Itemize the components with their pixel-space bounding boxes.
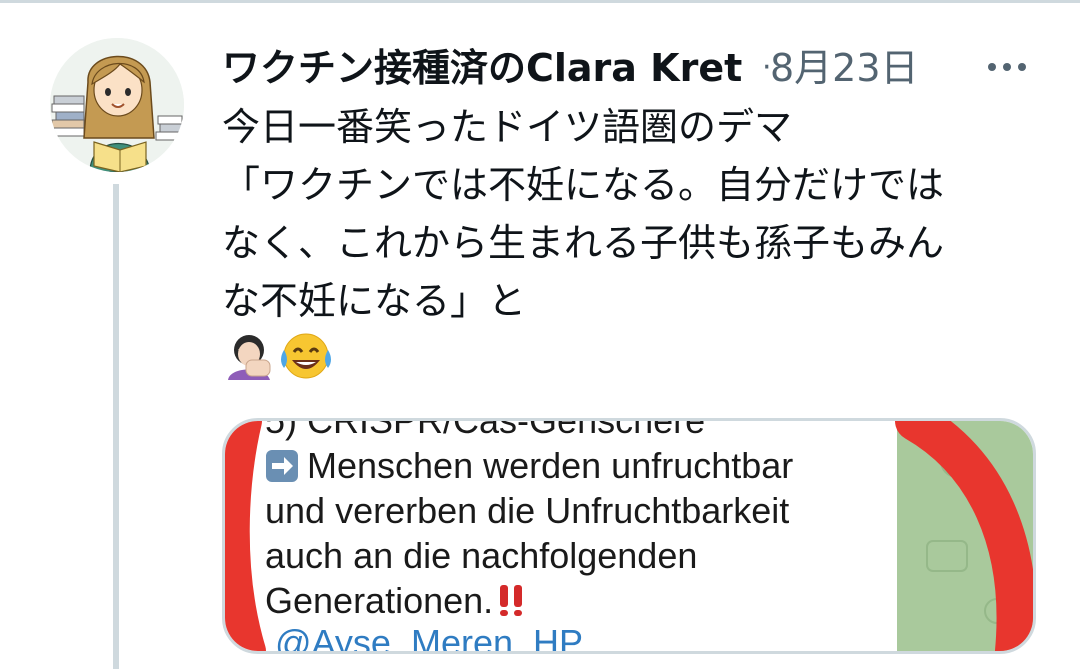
media-line: und vererben die Unfruchtbarkeit [265,490,790,531]
tweet-text-line: なく、これから生まれる子供も孫子もみん [222,221,945,265]
media-line: Generationen. [265,578,527,623]
tweet-header: ワクチン接種済のClara Kret · 8月23日 [222,36,1026,96]
media-handle: @Ayse_Meren_HP [275,622,584,654]
media-image[interactable]: 5) CRISPR/Cas-Genschere Menschen werden … [222,418,1036,654]
tears-of-joy-emoji [281,333,331,379]
timestamp[interactable]: 8月23日 [770,40,919,96]
media-line-text: Menschen werden unfruchtbar [307,445,794,486]
avatar-illustration [50,38,184,172]
emoji-row [226,330,346,382]
double-exclamation-emoji [500,585,523,616]
media-line: Menschen werden unfruchtbar [265,443,793,488]
top-divider [0,0,1080,3]
avatar[interactable] [50,38,184,172]
more-options-button[interactable] [984,52,1030,82]
media-line: auch an die nachfolgenden [265,535,698,576]
face-palm-emoji [228,335,271,380]
more-icon [988,63,1026,71]
thread-line [113,184,119,669]
tweet-text: 今日一番笑ったドイツ語圏のデマ 「ワクチンでは不妊になる。自分だけでは なく、こ… [222,98,1032,330]
tweet-text-line: 今日一番笑ったドイツ語圏のデマ [222,105,793,149]
media-line-text: Generationen. [265,580,494,621]
right-arrow-emoji [266,450,298,482]
tweet-text-line: な不妊になる」と [222,279,527,323]
tweet-text-line: 「ワクチンでは不妊になる。自分だけでは [222,163,945,207]
display-name[interactable]: ワクチン接種済のClara Kret [222,40,758,96]
media-heading: 5) CRISPR/Cas-Genschere [265,418,706,441]
